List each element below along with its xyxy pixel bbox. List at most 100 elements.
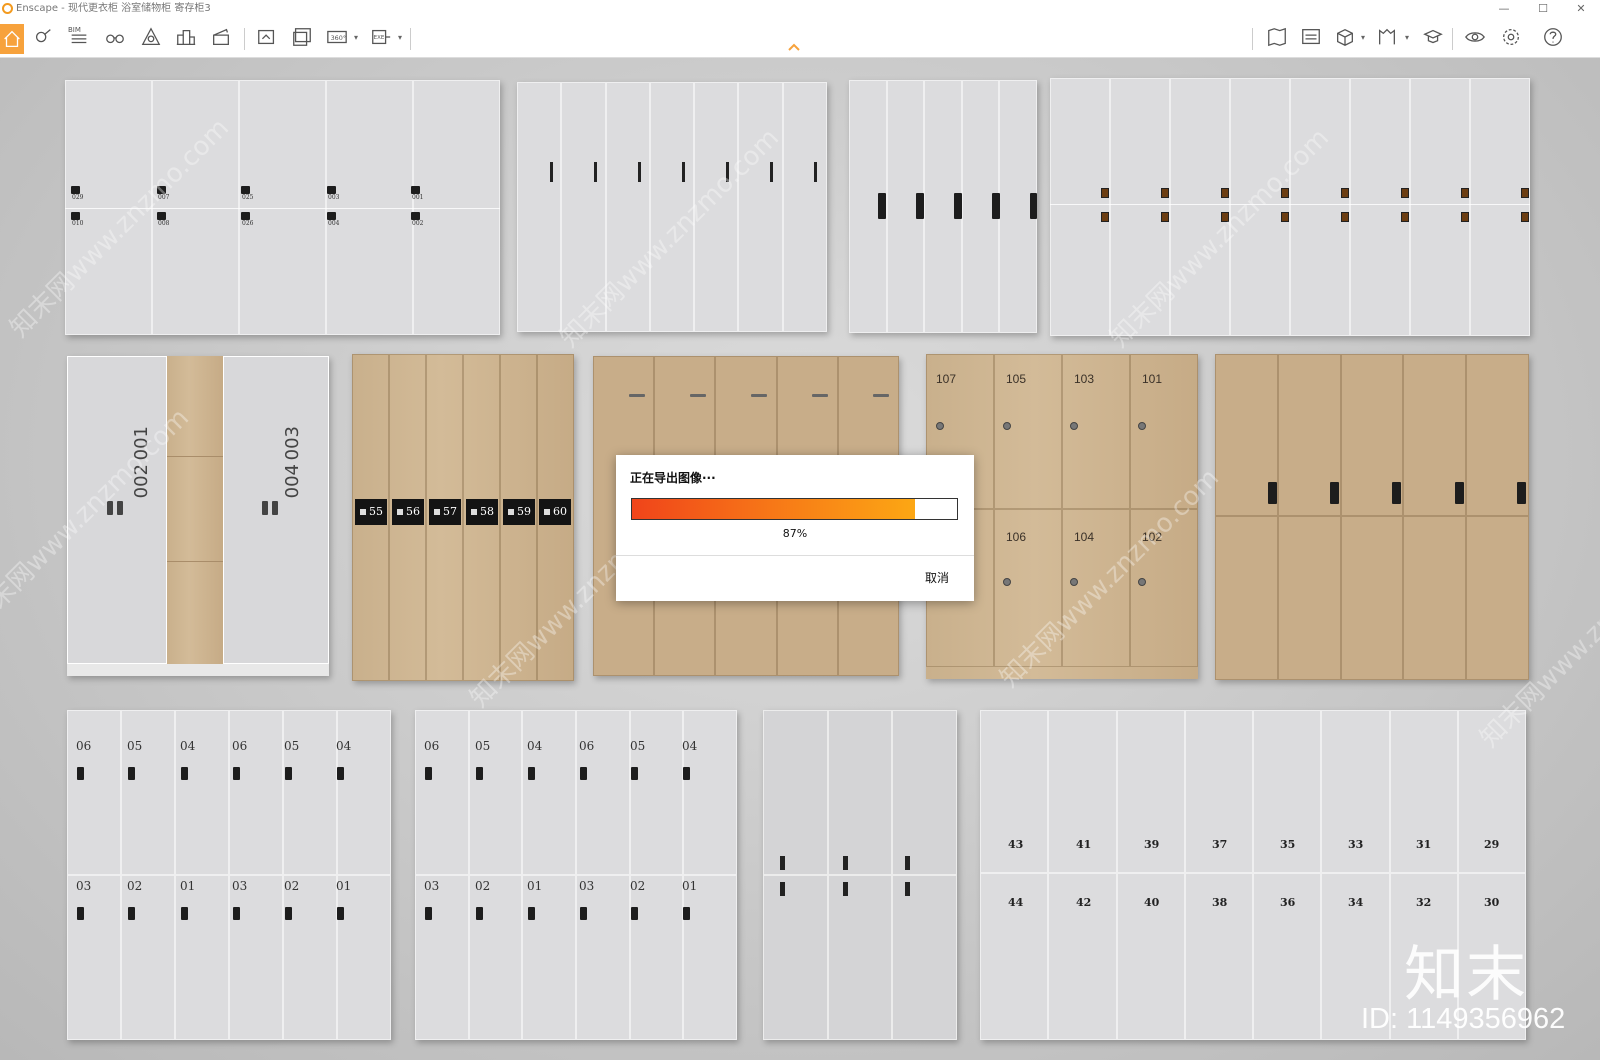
locker-number: 35 xyxy=(1280,838,1296,851)
locker-number: 103 xyxy=(1074,372,1095,386)
cabinet-door xyxy=(283,710,337,875)
lock-icon xyxy=(411,186,420,194)
cabinet-door xyxy=(1470,78,1530,336)
help-icon[interactable] xyxy=(1538,22,1568,52)
lock-icon xyxy=(128,767,135,780)
collapse-chevron-icon[interactable] xyxy=(787,42,801,52)
lock-icon xyxy=(631,907,638,920)
cabinet-door xyxy=(1466,516,1529,680)
view-icon[interactable] xyxy=(1296,22,1326,52)
locker-plate: 55 xyxy=(355,499,387,525)
cabinet-door xyxy=(1110,78,1170,336)
exe-dropdown-icon[interactable]: ▾ xyxy=(398,33,402,42)
box-dropdown-icon[interactable]: ▾ xyxy=(1361,33,1365,42)
locker-number: 41 xyxy=(1076,838,1092,851)
locker-number: 40 xyxy=(1144,896,1160,909)
lock-icon xyxy=(1330,482,1339,504)
cabinet-door xyxy=(337,710,391,875)
enscape-logo-icon xyxy=(2,3,13,14)
clapper-icon[interactable] xyxy=(206,22,236,52)
cabinet-door xyxy=(827,710,893,875)
locker-number: 44 xyxy=(1008,896,1024,909)
settings-icon[interactable] xyxy=(1496,22,1526,52)
lock-icon xyxy=(528,767,535,780)
locker-number: 105 xyxy=(1006,372,1027,386)
door-handle xyxy=(905,882,910,896)
cabinet-door xyxy=(629,710,684,875)
lock-icon xyxy=(580,767,587,780)
door-handle xyxy=(751,394,767,397)
cabinet-white-6door xyxy=(763,710,957,1040)
progress-fill xyxy=(632,499,915,519)
minimize-button[interactable]: — xyxy=(1491,0,1517,18)
home-icon[interactable] xyxy=(0,24,24,54)
locker-number: 004 xyxy=(282,464,303,499)
buildings-icon[interactable] xyxy=(171,22,201,52)
shelf-line xyxy=(167,456,223,457)
cabinet-door xyxy=(415,710,469,875)
box-icon[interactable] xyxy=(1330,22,1360,52)
exe-export-icon[interactable]: EXE xyxy=(366,22,396,52)
lock-icon xyxy=(71,186,80,194)
cabinet-door xyxy=(1410,78,1470,336)
bim-icon[interactable] xyxy=(64,22,94,52)
lock-icon xyxy=(1161,212,1169,222)
cabinet-door xyxy=(1050,78,1110,336)
locker-number: 42 xyxy=(1076,896,1092,909)
lock-icon xyxy=(1401,212,1409,222)
locker-plate: 56 xyxy=(392,499,424,525)
panorama-dropdown-icon[interactable]: ▾ xyxy=(354,33,358,42)
binoculars-icon[interactable] xyxy=(100,22,130,52)
locker-plate: 59 xyxy=(503,499,535,525)
export-image-icon[interactable] xyxy=(252,22,282,52)
door-handle xyxy=(594,162,597,182)
locker-number: 002 xyxy=(131,464,152,499)
lock-icon xyxy=(337,907,344,920)
open-shelf xyxy=(167,356,223,664)
door-handle xyxy=(726,162,729,182)
lock-icon xyxy=(77,767,84,780)
locker-number: 007 xyxy=(158,194,170,201)
cabinet-wood-6door: 55 56 57 58 59 60 xyxy=(352,354,574,681)
lock-icon xyxy=(992,193,1000,219)
cap-icon[interactable] xyxy=(1418,22,1448,52)
cabinet-door xyxy=(1062,354,1130,509)
lock-icon xyxy=(916,193,924,219)
locker-number: 04 xyxy=(682,739,698,753)
cabinet-door xyxy=(629,875,684,1040)
lock-icon xyxy=(580,907,587,920)
batch-export-icon[interactable] xyxy=(287,22,317,52)
close-button[interactable]: ✕ xyxy=(1568,0,1594,18)
locker-number: 04 xyxy=(527,739,543,753)
lock-icon xyxy=(241,212,250,220)
lock-icon xyxy=(1221,212,1229,222)
lock-icon xyxy=(1161,188,1169,198)
cabinet-door xyxy=(827,875,893,1040)
door-handle xyxy=(629,394,645,397)
dialog-divider xyxy=(616,555,974,556)
locker-number: 06 xyxy=(424,739,440,753)
panorama-360-icon[interactable]: 360° xyxy=(322,22,352,52)
eye-icon[interactable] xyxy=(1460,22,1490,52)
lock-icon xyxy=(954,193,962,219)
maximize-button[interactable]: ☐ xyxy=(1530,0,1556,18)
brand-watermark: 知末 xyxy=(1404,940,1528,1010)
cancel-button[interactable]: 取消 xyxy=(925,569,949,586)
cabinet-door xyxy=(1130,509,1198,667)
lock-icon xyxy=(327,212,336,220)
atlas-icon[interactable] xyxy=(136,22,166,52)
cabinet-door xyxy=(229,875,283,1040)
locker-number: 001 xyxy=(412,194,424,201)
map-icon[interactable] xyxy=(1262,22,1292,52)
progress-percent: 87% xyxy=(782,527,808,540)
library-dropdown-icon[interactable]: ▾ xyxy=(1405,33,1409,42)
door-handle xyxy=(780,882,785,896)
locker-number: 001 xyxy=(131,426,152,461)
knob-lock-icon xyxy=(1003,578,1011,586)
lock-icon xyxy=(233,907,240,920)
cabinet-wood-white-combo: 001 002 003 004 xyxy=(67,356,329,676)
locker-number: 003 xyxy=(328,194,340,201)
locker-number: 03 xyxy=(579,879,595,893)
library-icon[interactable] xyxy=(1372,22,1402,52)
asset-icon[interactable] xyxy=(28,22,58,52)
